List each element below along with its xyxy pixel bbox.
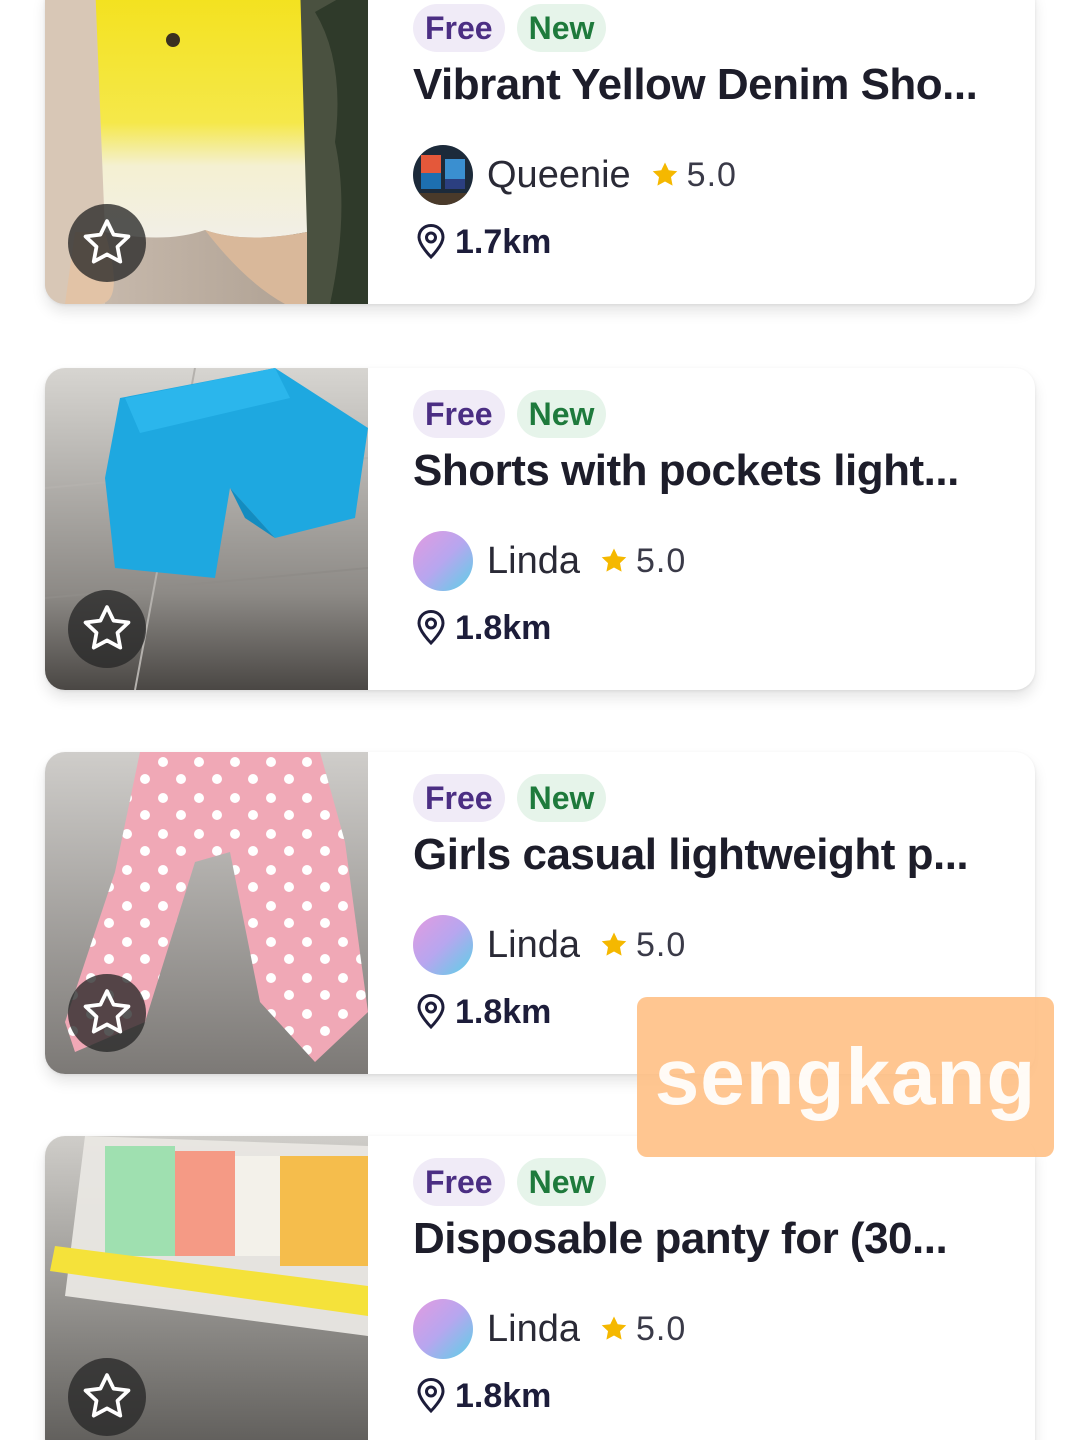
seller-rating: 5.0 bbox=[635, 925, 687, 964]
star-filled-icon bbox=[601, 548, 627, 572]
distance-row: 1.8km bbox=[413, 608, 551, 648]
map-pin-icon bbox=[417, 993, 445, 1030]
listing-title[interactable]: Vibrant Yellow Denim Sho... bbox=[413, 60, 1003, 110]
distance-value: 1.8km bbox=[455, 1376, 552, 1415]
listing-info: Free New Vibrant Yellow Denim Sho... Que… bbox=[413, 0, 1013, 304]
distance-row: 1.8km bbox=[413, 1376, 551, 1416]
listing-photo[interactable] bbox=[45, 0, 368, 304]
listing-feed: Free New Vibrant Yellow Denim Sho... Que… bbox=[0, 0, 1080, 1440]
distance-value: 1.7km bbox=[455, 222, 552, 261]
map-pin-icon bbox=[417, 223, 445, 260]
star-outline-icon bbox=[83, 989, 131, 1034]
seller-avatar[interactable] bbox=[413, 915, 473, 975]
watermark-text: sengkang bbox=[654, 1032, 1037, 1121]
seller-name[interactable]: Queenie bbox=[487, 154, 631, 197]
star-filled-icon bbox=[601, 932, 627, 956]
listing-info: Free New Shorts with pockets light... Li… bbox=[413, 368, 1013, 690]
badge-group: Free New bbox=[413, 1158, 607, 1206]
listing-card[interactable]: Free New Vibrant Yellow Denim Sho... Que… bbox=[45, 0, 1035, 304]
distance-value: 1.8km bbox=[455, 608, 552, 647]
star-outline-icon bbox=[83, 219, 131, 264]
distance-row: 1.8km bbox=[413, 992, 551, 1032]
location-watermark: sengkang bbox=[637, 997, 1054, 1157]
star-filled-icon bbox=[601, 1316, 627, 1340]
seller-row[interactable]: Queenie 5.0 bbox=[413, 144, 737, 206]
free-badge: Free bbox=[413, 774, 505, 822]
listing-card[interactable]: Free New Shorts with pockets light... Li… bbox=[45, 368, 1035, 690]
seller-row[interactable]: Linda 5.0 bbox=[413, 914, 686, 976]
favorite-button[interactable] bbox=[68, 590, 146, 668]
star-outline-icon bbox=[83, 605, 131, 650]
seller-rating: 5.0 bbox=[686, 155, 737, 194]
seller-avatar[interactable] bbox=[413, 1299, 473, 1359]
seller-rating: 5.0 bbox=[635, 1309, 687, 1348]
free-badge: Free bbox=[413, 4, 505, 52]
map-pin-icon bbox=[417, 1377, 445, 1414]
map-pin-icon bbox=[417, 609, 445, 646]
listing-info: Free New Disposable panty for (30... Lin… bbox=[413, 1136, 1013, 1440]
favorite-button[interactable] bbox=[68, 204, 146, 282]
new-badge: New bbox=[516, 774, 607, 822]
favorite-button[interactable] bbox=[68, 974, 146, 1052]
badge-group: Free New bbox=[413, 774, 607, 822]
star-filled-icon bbox=[652, 162, 677, 186]
star-outline-icon bbox=[83, 1373, 131, 1418]
listing-card[interactable]: Free New Disposable panty for (30... Lin… bbox=[45, 1136, 1035, 1440]
seller-rating: 5.0 bbox=[635, 541, 687, 580]
seller-avatar[interactable] bbox=[413, 145, 473, 205]
free-badge: Free bbox=[413, 390, 505, 438]
listing-title[interactable]: Disposable panty for (30... bbox=[413, 1214, 1003, 1264]
new-badge: New bbox=[516, 4, 607, 52]
seller-name[interactable]: Linda bbox=[487, 924, 580, 967]
badge-group: Free New bbox=[413, 4, 607, 52]
listing-photo[interactable] bbox=[45, 752, 368, 1074]
badge-group: Free New bbox=[413, 390, 607, 438]
new-badge: New bbox=[516, 390, 607, 438]
listing-title[interactable]: Girls casual lightweight p... bbox=[413, 830, 1003, 880]
free-badge: Free bbox=[413, 1158, 505, 1206]
listing-photo[interactable] bbox=[45, 1136, 368, 1440]
seller-row[interactable]: Linda 5.0 bbox=[413, 530, 686, 592]
seller-avatar[interactable] bbox=[413, 531, 473, 591]
new-badge: New bbox=[516, 1158, 607, 1206]
listing-title[interactable]: Shorts with pockets light... bbox=[413, 446, 1003, 496]
seller-name[interactable]: Linda bbox=[487, 540, 580, 583]
seller-name[interactable]: Linda bbox=[487, 1308, 580, 1351]
listing-photo[interactable] bbox=[45, 368, 368, 690]
seller-row[interactable]: Linda 5.0 bbox=[413, 1298, 686, 1360]
distance-value: 1.8km bbox=[455, 992, 552, 1031]
distance-row: 1.7km bbox=[413, 222, 551, 262]
favorite-button[interactable] bbox=[68, 1358, 146, 1436]
